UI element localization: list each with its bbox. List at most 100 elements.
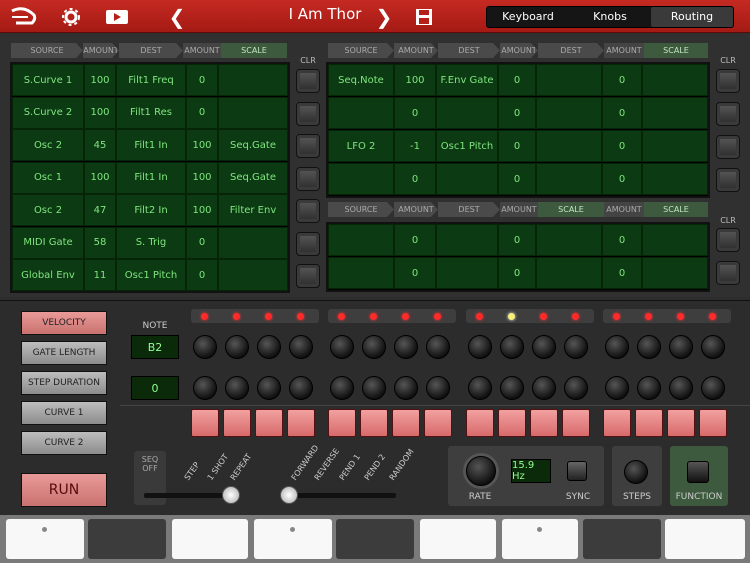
clear-button[interactable]	[716, 102, 740, 126]
routing-cell[interactable]: 0	[394, 97, 436, 129]
keyboard-key[interactable]	[172, 519, 248, 559]
routing-cell[interactable]: 58	[84, 226, 116, 259]
step-knob[interactable]	[500, 376, 524, 400]
routing-cell[interactable]: 0	[186, 259, 218, 291]
step-knob[interactable]	[289, 335, 313, 359]
step-knob[interactable]	[701, 335, 725, 359]
routing-cell[interactable]	[536, 64, 602, 96]
routing-cell[interactable]: Filt1 Freq	[116, 64, 186, 96]
steps-knob[interactable]	[624, 460, 648, 484]
thor-logo-icon[interactable]	[10, 6, 38, 28]
routing-cell[interactable]: Seq.Note	[328, 64, 394, 96]
step-knob[interactable]	[669, 376, 693, 400]
routing-cell[interactable]	[436, 97, 498, 129]
step-duration-button[interactable]: STEP DURATION	[21, 371, 107, 395]
step-pad[interactable]	[360, 409, 388, 437]
keyboard-key[interactable]	[88, 519, 166, 559]
step-pad[interactable]	[498, 409, 526, 437]
routing-cell[interactable]: F.Env Gate	[436, 64, 498, 96]
routing-cell[interactable]: 100	[84, 64, 116, 96]
gate-length-button[interactable]: GATE LENGTH	[21, 341, 107, 365]
routing-cell[interactable]	[218, 96, 288, 129]
step-knob[interactable]	[426, 335, 450, 359]
step-knob[interactable]	[532, 335, 556, 359]
clear-button[interactable]	[296, 69, 320, 93]
routing-cell[interactable]	[218, 259, 288, 291]
keyboard-key[interactable]	[583, 519, 661, 559]
clear-button[interactable]	[296, 134, 320, 158]
step-pad[interactable]	[255, 409, 283, 437]
step-knob[interactable]	[257, 376, 281, 400]
function-button[interactable]	[687, 461, 709, 483]
routing-cell[interactable]: 100	[186, 129, 218, 161]
keyboard-key[interactable]	[502, 519, 578, 559]
routing-cell[interactable]: 0	[186, 96, 218, 129]
keyboard-key[interactable]	[420, 519, 496, 559]
velocity-button[interactable]: VELOCITY	[21, 311, 107, 335]
step-pad[interactable]	[287, 409, 315, 437]
step-knob[interactable]	[637, 376, 661, 400]
step-pad[interactable]	[635, 409, 663, 437]
routing-cell[interactable]	[536, 163, 602, 195]
step-knob[interactable]	[701, 376, 725, 400]
direction-slider-handle[interactable]	[280, 486, 298, 504]
routing-cell[interactable]	[642, 97, 708, 129]
routing-cell[interactable]: 0	[394, 224, 436, 256]
step-knob[interactable]	[426, 376, 450, 400]
keyboard-key[interactable]	[336, 519, 414, 559]
curve-1-button[interactable]: CURVE 1	[21, 401, 107, 425]
routing-cell[interactable]: Osc 2	[12, 129, 84, 161]
step-knob[interactable]	[637, 335, 661, 359]
rate-knob[interactable]	[466, 456, 496, 486]
routing-cell[interactable]	[642, 64, 708, 96]
routing-cell[interactable]: MIDI Gate	[12, 226, 84, 259]
routing-cell[interactable]: 0	[602, 224, 642, 256]
routing-cell[interactable]: 0	[602, 163, 642, 195]
video-icon[interactable]	[104, 6, 130, 28]
save-icon[interactable]	[414, 6, 434, 28]
step-knob[interactable]	[605, 376, 629, 400]
routing-cell[interactable]	[642, 163, 708, 195]
step-knob[interactable]	[394, 335, 418, 359]
step-pad[interactable]	[392, 409, 420, 437]
step-knob[interactable]	[193, 376, 217, 400]
sync-toggle[interactable]	[567, 461, 587, 481]
step-knob[interactable]	[564, 335, 588, 359]
keyboard-key[interactable]	[6, 519, 84, 559]
routing-cell[interactable]: Global Env	[12, 259, 84, 291]
step-knob[interactable]	[330, 376, 354, 400]
routing-cell[interactable]: 0	[498, 130, 536, 162]
clear-button[interactable]	[296, 166, 320, 191]
routing-cell[interactable]: 45	[84, 129, 116, 161]
step-knob[interactable]	[330, 335, 354, 359]
routing-cell[interactable]: Filt1 In	[116, 161, 186, 194]
step-knob[interactable]	[564, 376, 588, 400]
clear-button[interactable]	[716, 261, 740, 285]
routing-cell[interactable]	[436, 257, 498, 289]
step-knob[interactable]	[532, 376, 556, 400]
step-knob[interactable]	[362, 335, 386, 359]
routing-cell[interactable]: 100	[394, 64, 436, 96]
step-knob[interactable]	[669, 335, 693, 359]
routing-cell[interactable]	[218, 64, 288, 96]
clear-button[interactable]	[296, 264, 320, 288]
routing-cell[interactable]: S.Curve 1	[12, 64, 84, 96]
routing-cell[interactable]	[328, 257, 394, 289]
clear-button[interactable]	[296, 199, 320, 223]
routing-cell[interactable]: 47	[84, 194, 116, 226]
routing-cell[interactable]	[328, 97, 394, 129]
routing-cell[interactable]: Seq.Gate	[218, 129, 288, 161]
step-pad[interactable]	[223, 409, 251, 437]
step-knob[interactable]	[362, 376, 386, 400]
value-display[interactable]: 0	[131, 376, 179, 400]
step-knob[interactable]	[257, 335, 281, 359]
step-pad[interactable]	[328, 409, 356, 437]
clear-button[interactable]	[296, 231, 320, 256]
step-pad[interactable]	[667, 409, 695, 437]
step-knob[interactable]	[225, 335, 249, 359]
routing-cell[interactable]	[536, 97, 602, 129]
step-pad[interactable]	[562, 409, 590, 437]
routing-cell[interactable]	[536, 224, 602, 256]
routing-cell[interactable]	[218, 226, 288, 259]
routing-cell[interactable]: Filt2 In	[116, 194, 186, 226]
